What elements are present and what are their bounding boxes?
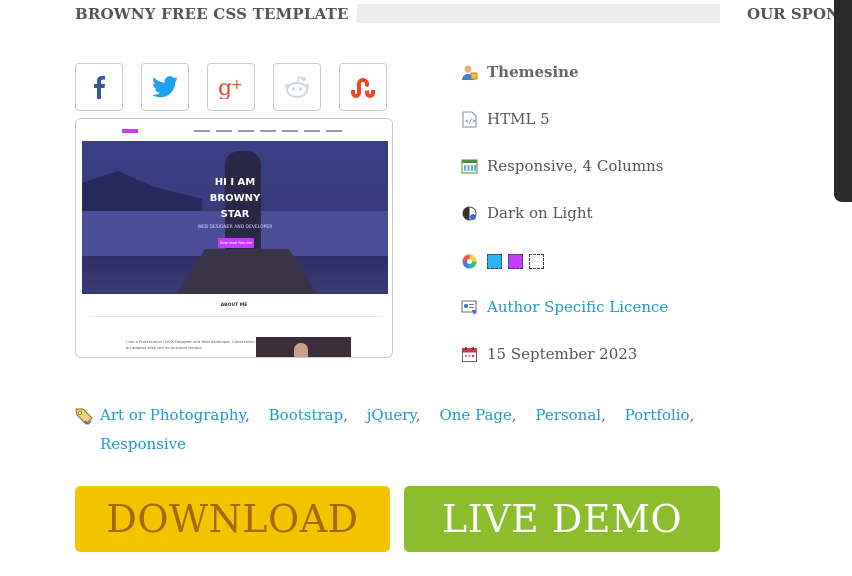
download-button[interactable]: DOWNLOAD bbox=[75, 486, 390, 552]
title-divider-bar bbox=[357, 4, 720, 23]
stumbleupon-share-button[interactable] bbox=[339, 63, 387, 111]
preview-nav-links bbox=[194, 130, 342, 132]
preview-hero-heading: HI I AM BROWNY STAR bbox=[209, 177, 261, 220]
layout-columns-icon bbox=[461, 158, 478, 175]
meta-layout: Responsive, 4 Columns bbox=[461, 157, 663, 175]
color-swatch-1 bbox=[487, 254, 502, 269]
meta-technology: </> HTML 5 bbox=[461, 110, 550, 128]
licence-icon bbox=[461, 299, 478, 316]
tag-icon bbox=[75, 406, 93, 426]
page-title: BROWNY FREE CSS TEMPLATE bbox=[75, 5, 349, 23]
preview-navbar bbox=[76, 119, 392, 141]
svg-text:</>: </> bbox=[465, 118, 476, 125]
reddit-share-button[interactable] bbox=[273, 63, 321, 111]
tags-row-2: Responsive bbox=[100, 430, 186, 459]
author-icon bbox=[461, 64, 478, 81]
tag-link[interactable]: Portfolio bbox=[625, 406, 690, 424]
preview-about-text: I am a Professional UI/UX Designer and W… bbox=[126, 339, 256, 350]
google-plus-icon: g + bbox=[218, 76, 243, 99]
stumbleupon-icon bbox=[351, 78, 375, 98]
twitter-share-button[interactable] bbox=[141, 63, 189, 111]
preview-hero: HI I AM BROWNY STAR WEB DESIGNER AND DEV… bbox=[82, 141, 388, 294]
preview-about-heading: ABOUT ME bbox=[220, 303, 248, 308]
facebook-share-button[interactable] bbox=[75, 63, 123, 111]
contrast-icon bbox=[461, 205, 478, 222]
svg-text:g: g bbox=[218, 76, 232, 99]
twitter-icon bbox=[152, 76, 178, 98]
reddit-icon bbox=[284, 76, 310, 98]
tag-link[interactable]: One Page bbox=[439, 406, 511, 424]
preview-hero-subtitle: WEB DESIGNER AND DEVELOPER bbox=[197, 225, 273, 230]
html-file-icon: </> bbox=[461, 111, 478, 128]
color-swatch-3 bbox=[529, 254, 544, 269]
color-palette-icon bbox=[461, 253, 478, 270]
template-preview-image[interactable]: HI I AM BROWNY STAR WEB DESIGNER AND DEV… bbox=[75, 118, 393, 358]
preview-logo bbox=[122, 129, 138, 133]
calendar-icon bbox=[461, 346, 478, 363]
facebook-icon bbox=[94, 76, 105, 99]
meta-date: 15 September 2023 bbox=[461, 345, 637, 363]
licence-link[interactable]: Author Specific Licence bbox=[487, 298, 668, 316]
tag-link[interactable]: Bootstrap bbox=[269, 406, 344, 424]
sidebar-scroll-panel[interactable] bbox=[834, 0, 852, 202]
sponsor-heading: OUR SPON bbox=[747, 5, 840, 23]
meta-author: Themesine bbox=[461, 63, 579, 81]
live-demo-button[interactable]: LIVE DEMO bbox=[404, 486, 720, 552]
meta-licence: Author Specific Licence bbox=[461, 298, 668, 316]
meta-theme: Dark on Light bbox=[461, 204, 593, 222]
tag-link[interactable]: Personal bbox=[535, 406, 601, 424]
tag-link[interactable]: jQuery bbox=[367, 406, 416, 424]
tag-link[interactable]: Art or Photography bbox=[100, 406, 245, 424]
preview-hero-button: Download Resume bbox=[218, 238, 254, 248]
meta-colors bbox=[461, 253, 550, 270]
svg-text:+: + bbox=[231, 77, 243, 93]
preview-about-photo bbox=[256, 337, 351, 357]
color-swatch-2 bbox=[508, 254, 523, 269]
tags-row-1: Art or Photography, Bootstrap, jQuery, O… bbox=[100, 406, 695, 424]
tag-link[interactable]: Responsive bbox=[100, 435, 186, 453]
google-plus-share-button[interactable]: g + bbox=[207, 63, 255, 111]
